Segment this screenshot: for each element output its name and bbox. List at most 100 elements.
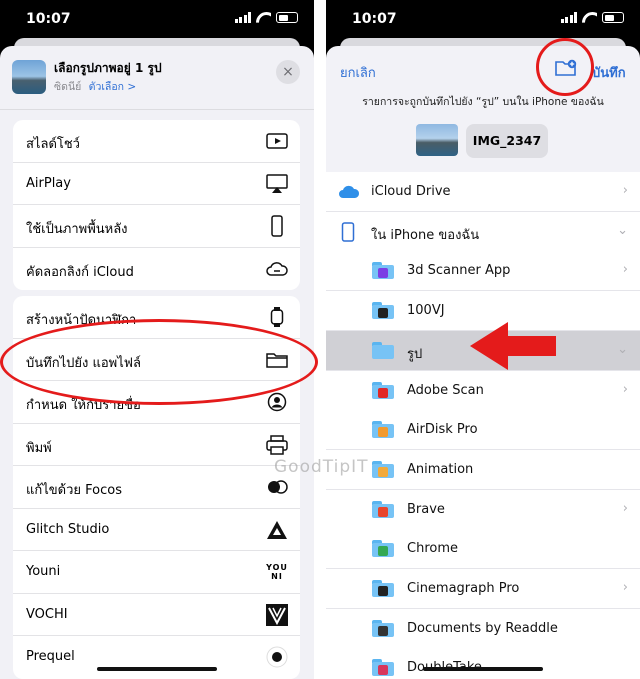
share-action-label: VOCHI	[26, 606, 68, 622]
share-action-label: แก้ไขด้วย Focos	[26, 483, 123, 498]
share-action-row[interactable]: คัดลอกลิงก์ iCloud	[13, 248, 300, 291]
home-indicator	[97, 667, 217, 671]
glitch-icon	[266, 519, 288, 541]
focos-icon	[266, 476, 288, 498]
share-action-row[interactable]: พิมพ์	[13, 424, 300, 466]
share-actions-group-1: สไลด์โชว์ AirPlay ใช้เป็นภาพพื้นหลังคัดลอก…	[13, 120, 300, 290]
close-icon: ×	[282, 64, 294, 80]
folder-shape	[372, 460, 394, 478]
home-indicator	[423, 667, 543, 671]
folder-shape	[372, 540, 394, 558]
app-badge-icon	[378, 665, 388, 676]
location-label: Chrome	[407, 541, 458, 557]
folder-icon	[372, 619, 394, 637]
share-action-row[interactable]: AirPlay	[13, 163, 300, 205]
share-action-label: สไลด์โชว์	[26, 137, 80, 152]
share-action-label: AirPlay	[26, 175, 71, 191]
phone-icon	[266, 215, 288, 237]
chevron-down-icon[interactable]: ⌄	[617, 223, 628, 238]
folder-shape	[372, 580, 394, 597]
location-row[interactable]: Animation	[326, 449, 640, 490]
location-row[interactable]: iCloud Drive ›	[326, 172, 640, 212]
folder-icon	[372, 381, 394, 399]
share-action-row[interactable]: แก้ไขด้วย Focos	[13, 466, 300, 509]
share-action-row[interactable]: สไลด์โชว์	[13, 120, 300, 163]
location-label: 3d Scanner App	[407, 263, 511, 279]
share-sheet-header: เลือกรูปภาพอยู่ 1 รูป ซิดนีย์ ตัวเลือก >…	[0, 46, 314, 110]
play-icon	[266, 130, 288, 152]
location-row[interactable]: Documents by Readdle	[326, 608, 640, 649]
location-label: 100VJ	[407, 303, 445, 319]
share-action-row[interactable]: Prequel	[13, 636, 300, 679]
folder-icon	[372, 580, 394, 597]
airplay-icon	[266, 173, 288, 195]
folder-shape	[372, 659, 394, 677]
wifi-icon	[582, 12, 597, 23]
share-action-row[interactable]: Glitch Studio	[13, 509, 300, 551]
location-row[interactable]: Cinemagraph Pro ›	[326, 569, 640, 609]
share-action-label: Prequel	[26, 649, 75, 664]
chevron-right-icon[interactable]: ›	[623, 382, 628, 397]
cancel-button[interactable]: ยกเลิก	[340, 62, 376, 83]
share-action-row[interactable]: ใช้เป็นภาพพื้นหลัง	[13, 205, 300, 248]
close-button[interactable]: ×	[276, 60, 300, 84]
location-row[interactable]: Brave ›	[326, 489, 640, 530]
save-destination-message: รายการจะถูกบันทึกไปยัง “รูป” บนใน iPhone…	[362, 96, 604, 108]
status-icons	[560, 12, 624, 23]
folder-shape	[372, 341, 394, 359]
options-link[interactable]: ตัวเลือก >	[89, 81, 137, 93]
wifi-icon	[256, 12, 271, 23]
folder-icon	[372, 341, 394, 359]
chevron-right-icon[interactable]: ›	[623, 183, 628, 198]
location-label: Brave	[407, 501, 445, 517]
battery-icon	[276, 12, 298, 23]
chevron-right-icon[interactable]: ›	[623, 501, 628, 516]
share-action-row[interactable]: Youni YOU NI	[13, 551, 300, 594]
app-badge-icon	[378, 546, 388, 557]
printer-icon	[266, 434, 288, 456]
location-row[interactable]: Adobe Scan ›	[326, 370, 640, 411]
location-row[interactable]: DoubleTake	[326, 648, 640, 679]
highlight-oval-save-to-files	[0, 319, 318, 405]
location-row[interactable]: ใน iPhone ของฉัน ⌄	[326, 211, 640, 252]
location-row[interactable]: 3d Scanner App ›	[326, 251, 640, 292]
photo-thumbnail	[12, 60, 46, 94]
share-action-label: Glitch Studio	[26, 521, 110, 537]
share-action-label: ใช้เป็นภาพพื้นหลัง	[26, 222, 128, 237]
location-label: Adobe Scan	[407, 382, 484, 398]
chevron-right-icon[interactable]: ›	[623, 580, 628, 595]
prequel-icon	[266, 646, 288, 668]
chevron-right-icon[interactable]: ›	[623, 262, 628, 277]
location-label: Animation	[407, 461, 474, 477]
location-label: Cinemagraph Pro	[407, 581, 520, 596]
folder-icon	[372, 421, 394, 439]
iphone-icon	[341, 221, 363, 242]
save-button[interactable]: บันทึก	[592, 62, 626, 83]
folder-icon	[372, 262, 394, 280]
location-row[interactable]: Chrome	[326, 529, 640, 570]
share-action-label: Youni	[26, 564, 61, 579]
red-arrow-pointer	[470, 322, 556, 370]
location-row[interactable]: AirDisk Pro	[326, 410, 640, 451]
file-name-field[interactable]: IMG_2347	[466, 124, 548, 158]
folder-icon	[372, 540, 394, 558]
chevron-down-icon[interactable]: ⌄	[617, 342, 628, 357]
share-action-row[interactable]: VOCHI	[13, 594, 300, 636]
share-action-label: คัดลอกลิงก์ iCloud	[26, 264, 134, 280]
folder-icon	[372, 460, 394, 478]
youni-icon: YOU NI	[266, 563, 288, 581]
location-label: ซิดนีย์	[54, 81, 82, 93]
folder-shape	[372, 619, 394, 637]
highlight-circle-new-folder	[536, 38, 594, 96]
share-action-label: พิมพ์	[26, 440, 52, 456]
status-bar: 10:07	[0, 0, 314, 36]
battery-icon	[602, 12, 624, 23]
app-badge-icon	[378, 308, 388, 319]
app-badge-icon	[378, 586, 388, 596]
folder-shape	[372, 302, 394, 320]
folder-icon	[372, 302, 394, 320]
status-time: 10:07	[26, 11, 71, 27]
status-time: 10:07	[352, 11, 397, 27]
cloud-link-icon	[266, 258, 288, 280]
location-label: ใน iPhone ของฉัน	[371, 227, 480, 243]
